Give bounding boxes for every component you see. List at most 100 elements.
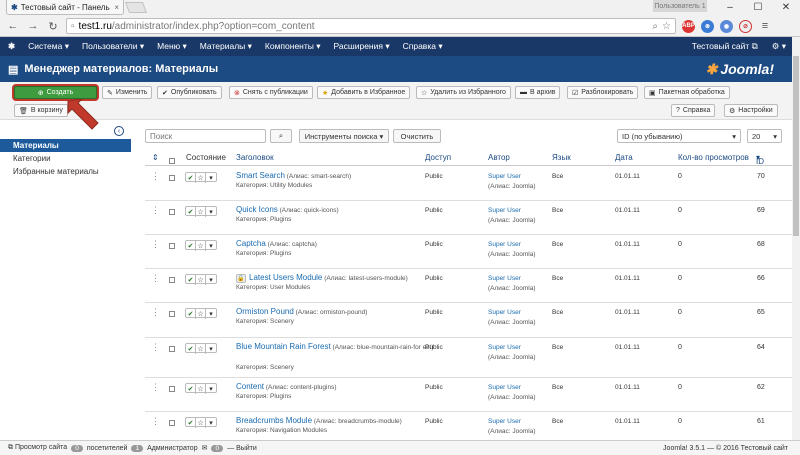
- actions-dropdown-icon[interactable]: ▾: [206, 418, 216, 428]
- author-link[interactable]: Super User: [488, 173, 521, 180]
- user-settings-icon[interactable]: ⚙ ▾: [772, 41, 786, 52]
- author-link[interactable]: Super User: [488, 418, 521, 425]
- drag-handle-icon[interactable]: ⋮: [151, 307, 160, 318]
- drag-handle-icon[interactable]: ⋮: [151, 342, 160, 353]
- menu-components[interactable]: Компоненты ▾: [265, 41, 321, 52]
- site-link[interactable]: Тестовый сайт ⧉: [692, 41, 758, 52]
- article-title-link[interactable]: Content: [236, 382, 264, 391]
- published-check-icon[interactable]: ✔: [186, 309, 196, 319]
- actions-dropdown-icon[interactable]: ▾: [206, 173, 216, 183]
- article-title-link[interactable]: Blue Mountain Rain Forest: [236, 342, 331, 351]
- menu-icon[interactable]: ≡: [758, 19, 772, 33]
- row-checkbox[interactable]: [169, 175, 175, 183]
- lock-icon[interactable]: 🔒: [236, 273, 246, 283]
- sidebar-item-featured[interactable]: Избранные материалы: [0, 165, 131, 178]
- featured-star-icon[interactable]: ☆: [196, 418, 206, 428]
- author-link[interactable]: Super User: [488, 275, 521, 282]
- featured-star-icon[interactable]: ☆: [196, 173, 206, 183]
- featured-star-icon[interactable]: ☆: [196, 384, 206, 394]
- help-button[interactable]: ? Справка: [671, 104, 716, 117]
- drag-handle-icon[interactable]: ⋮: [151, 382, 160, 393]
- scrollbar-thumb[interactable]: [793, 56, 799, 236]
- search-button[interactable]: ⌕: [270, 129, 292, 143]
- sidebar-item-articles[interactable]: Материалы: [0, 139, 131, 152]
- published-check-icon[interactable]: ✔: [186, 241, 196, 251]
- menu-extensions[interactable]: Расширения ▾: [334, 41, 390, 52]
- address-bar[interactable]: ▫ test1.ru/administrator/index.php?optio…: [66, 18, 676, 34]
- col-id[interactable]: ID ▾: [756, 153, 764, 166]
- published-check-icon[interactable]: ✔: [186, 173, 196, 183]
- menu-users[interactable]: Пользователи ▾: [82, 41, 144, 52]
- limit-select[interactable]: 20 ▾: [747, 129, 782, 143]
- feature-button[interactable]: ★ Добавить в Избранное: [317, 86, 411, 99]
- back-icon[interactable]: ←: [6, 19, 20, 33]
- sort-icon[interactable]: ⇕: [152, 153, 159, 162]
- clear-button[interactable]: Очистить: [393, 129, 441, 143]
- trash-button[interactable]: 🗑 В корзину: [14, 104, 68, 117]
- drag-handle-icon[interactable]: ⋮: [151, 205, 160, 216]
- extension-icon-2[interactable]: ◉: [720, 19, 733, 33]
- search-input[interactable]: [145, 129, 266, 143]
- actions-dropdown-icon[interactable]: ▾: [206, 309, 216, 319]
- actions-dropdown-icon[interactable]: ▾: [206, 275, 216, 285]
- forward-icon[interactable]: →: [26, 19, 40, 33]
- tab-close-icon[interactable]: ×: [114, 3, 119, 12]
- actions-dropdown-icon[interactable]: ▾: [206, 384, 216, 394]
- options-button[interactable]: ⚙ Настройки: [724, 104, 778, 117]
- unfeature-button[interactable]: ☆ Удалить из Избранного: [416, 86, 511, 99]
- row-checkbox[interactable]: [169, 311, 175, 319]
- unpublish-button[interactable]: ⊗ Снять с публикации: [229, 86, 313, 99]
- featured-star-icon[interactable]: ☆: [196, 309, 206, 319]
- author-link[interactable]: Super User: [488, 384, 521, 391]
- row-checkbox[interactable]: [169, 346, 175, 354]
- archive-button[interactable]: ▬ В архив: [515, 86, 561, 99]
- col-access[interactable]: Доступ: [425, 153, 451, 162]
- published-check-icon[interactable]: ✔: [186, 275, 196, 285]
- row-checkbox[interactable]: [169, 209, 175, 217]
- drag-handle-icon[interactable]: ⋮: [151, 416, 160, 427]
- sidebar-item-categories[interactable]: Категории: [0, 152, 131, 165]
- sidebar-collapse-icon[interactable]: ‹: [114, 126, 124, 136]
- article-title-link[interactable]: Quick Icons: [236, 205, 278, 214]
- maximize-icon[interactable]: ☐: [744, 0, 772, 14]
- published-check-icon[interactable]: ✔: [186, 418, 196, 428]
- bookmark-star-icon[interactable]: ☆: [662, 21, 671, 32]
- new-tab-button[interactable]: [124, 2, 148, 13]
- col-language[interactable]: Язык: [552, 153, 571, 162]
- featured-star-icon[interactable]: ☆: [196, 207, 206, 217]
- extension-icon[interactable]: ⊛: [701, 19, 714, 33]
- browser-tab[interactable]: ✱ Тестовый сайт - Панель ×: [6, 0, 124, 15]
- article-title-link[interactable]: Latest Users Module: [249, 273, 322, 282]
- drag-handle-icon[interactable]: ⋮: [151, 171, 160, 182]
- row-checkbox[interactable]: [169, 243, 175, 251]
- featured-star-icon[interactable]: ☆: [196, 275, 206, 285]
- row-checkbox[interactable]: [169, 277, 175, 285]
- article-title-link[interactable]: Smart Search: [236, 171, 285, 180]
- adblock-icon[interactable]: ABP: [682, 19, 695, 33]
- author-link[interactable]: Super User: [488, 207, 521, 214]
- article-title-link[interactable]: Captcha: [236, 239, 266, 248]
- search-tools-button[interactable]: Инструменты поиска ▾: [299, 129, 389, 143]
- published-check-icon[interactable]: ✔: [186, 384, 196, 394]
- author-link[interactable]: Super User: [488, 309, 521, 316]
- article-title-link[interactable]: Ormiston Pound: [236, 307, 294, 316]
- edit-button[interactable]: ✎ Изменить: [102, 86, 153, 99]
- joomla-logo-icon[interactable]: ✱: [8, 41, 15, 52]
- mail-icon[interactable]: ✉: [202, 444, 208, 452]
- col-title[interactable]: Заголовок: [236, 153, 274, 162]
- reload-icon[interactable]: ↻: [46, 19, 60, 33]
- minimize-icon[interactable]: –: [716, 0, 744, 14]
- create-button[interactable]: ⊕ Создать: [14, 86, 97, 99]
- extension-icon-3[interactable]: ⊘: [739, 19, 752, 33]
- drag-handle-icon[interactable]: ⋮: [151, 273, 160, 284]
- close-window-icon[interactable]: ✕: [772, 0, 800, 14]
- menu-help[interactable]: Справка ▾: [403, 41, 443, 52]
- zoom-icon[interactable]: ⌕: [652, 21, 658, 32]
- article-title-link[interactable]: Breadcrumbs Module: [236, 416, 312, 425]
- published-check-icon[interactable]: ✔: [186, 207, 196, 217]
- ordering-select[interactable]: ID (по убыванию) ▾: [617, 129, 741, 143]
- row-checkbox[interactable]: [169, 386, 175, 394]
- actions-dropdown-icon[interactable]: ▾: [206, 241, 216, 251]
- featured-star-icon[interactable]: ☆: [196, 344, 206, 354]
- menu-system[interactable]: Система ▾: [28, 41, 69, 52]
